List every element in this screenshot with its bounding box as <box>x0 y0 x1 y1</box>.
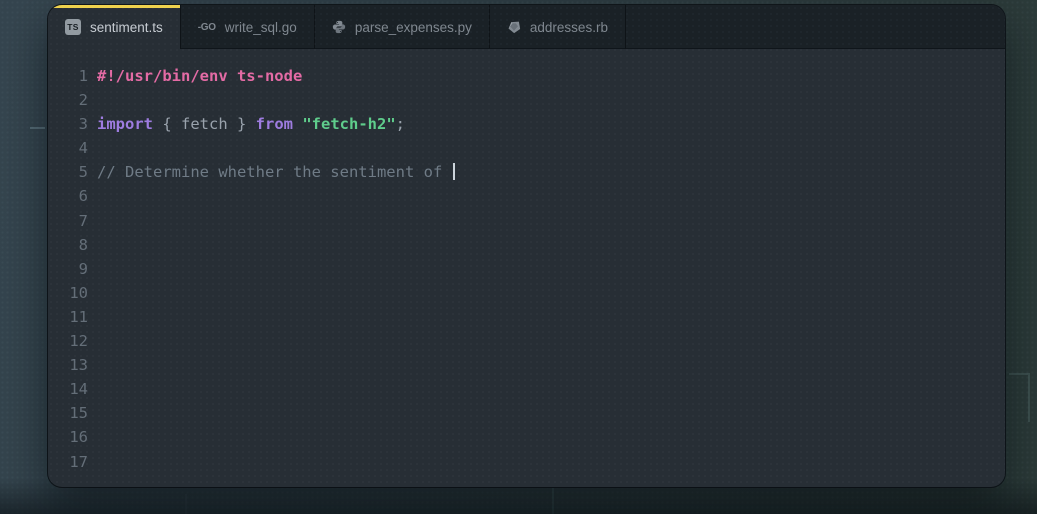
code-line-9[interactable]: 9 <box>48 257 1005 281</box>
line-number: 4 <box>48 136 88 160</box>
code-line-17[interactable]: 17 <box>48 450 1005 474</box>
line-number: 14 <box>48 377 88 401</box>
code-line-4[interactable]: 4 <box>48 136 1005 160</box>
tab-sentiment-ts[interactable]: TS sentiment.ts <box>48 5 181 49</box>
tab-bar: TS sentiment.ts -GO write_sql.go parse_expen… <box>48 5 1005 49</box>
tab-addresses-rb[interactable]: addresses.rb <box>490 5 626 49</box>
line-number: 9 <box>48 257 88 281</box>
line-number: 12 <box>48 329 88 353</box>
tab-label: sentiment.ts <box>90 20 163 35</box>
line-number: 10 <box>48 281 88 305</box>
tab-label: addresses.rb <box>530 20 608 35</box>
tab-write-sql-go[interactable]: -GO write_sql.go <box>181 5 315 49</box>
desktop-background: TS sentiment.ts -GO write_sql.go parse_expen… <box>0 0 1037 514</box>
line-number: 5 <box>48 160 88 184</box>
text-cursor <box>453 163 455 180</box>
code-line-16[interactable]: 16 <box>48 425 1005 449</box>
code-token <box>293 115 302 133</box>
code-text: #!/usr/bin/env ts-node <box>97 64 302 88</box>
ruby-icon <box>507 20 521 34</box>
code-line-12[interactable]: 12 <box>48 329 1005 353</box>
code-line-11[interactable]: 11 <box>48 305 1005 329</box>
code-token: "fetch-h2" <box>302 115 395 133</box>
line-number: 1 <box>48 64 88 88</box>
code-line-14[interactable]: 14 <box>48 377 1005 401</box>
python-icon <box>332 20 346 34</box>
editor-window: TS sentiment.ts -GO write_sql.go parse_expen… <box>48 5 1005 487</box>
bg-schematic-dash <box>30 127 45 129</box>
line-number: 8 <box>48 233 88 257</box>
code-text: import { fetch } from "fetch-h2"; <box>97 112 405 136</box>
code-token: { fetch } <box>153 115 256 133</box>
code-line-6[interactable]: 6 <box>48 184 1005 208</box>
line-number: 17 <box>48 450 88 474</box>
line-number: 11 <box>48 305 88 329</box>
code-line-8[interactable]: 8 <box>48 233 1005 257</box>
code-token: ; <box>396 115 405 133</box>
line-number: 6 <box>48 184 88 208</box>
bg-schematic-bracket <box>1009 373 1030 422</box>
line-number: 16 <box>48 425 88 449</box>
code-token: // Determine whether the sentiment of <box>97 163 452 181</box>
code-line-13[interactable]: 13 <box>48 353 1005 377</box>
code-line-7[interactable]: 7 <box>48 209 1005 233</box>
typescript-icon: TS <box>65 19 81 35</box>
code-line-2[interactable]: 2 <box>48 88 1005 112</box>
code-text: // Determine whether the sentiment of <box>97 160 455 184</box>
code-token: #!/usr/bin/env ts-node <box>97 67 302 85</box>
code-line-3[interactable]: 3 import { fetch } from "fetch-h2"; <box>48 112 1005 136</box>
code-line-15[interactable]: 15 <box>48 401 1005 425</box>
code-line-1[interactable]: 1 #!/usr/bin/env ts-node <box>48 64 1005 88</box>
line-number: 3 <box>48 112 88 136</box>
code-token: from <box>256 115 293 133</box>
line-number: 13 <box>48 353 88 377</box>
tab-parse-expenses-py[interactable]: parse_expenses.py <box>315 5 490 49</box>
tab-label: write_sql.go <box>225 20 297 35</box>
code-line-10[interactable]: 10 <box>48 281 1005 305</box>
code-line-5[interactable]: 5 // Determine whether the sentiment of <box>48 160 1005 184</box>
code-editor[interactable]: 1 #!/usr/bin/env ts-node 23 import { fetch … <box>48 49 1005 487</box>
code-token: import <box>97 115 153 133</box>
bg-schematic-vline-2 <box>185 494 187 514</box>
go-icon: -GO <box>198 22 216 33</box>
line-number: 15 <box>48 401 88 425</box>
tab-label: parse_expenses.py <box>355 20 472 35</box>
line-number: 2 <box>48 88 88 112</box>
line-number: 7 <box>48 209 88 233</box>
